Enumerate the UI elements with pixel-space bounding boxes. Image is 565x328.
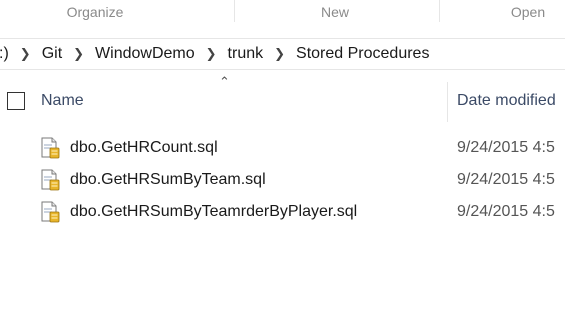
- column-divider[interactable]: [447, 82, 448, 122]
- ribbon-group-organize: Organize: [66, 4, 124, 20]
- column-header-date-modified[interactable]: Date modified: [457, 92, 556, 110]
- file-name[interactable]: dbo.GetHRCount.sql: [70, 139, 218, 157]
- column-header-name[interactable]: Name: [41, 92, 84, 110]
- breadcrumb-item-trunk[interactable]: trunk: [228, 45, 264, 63]
- file-name[interactable]: dbo.GetHRSumByTeamrderByPlayer.sql: [70, 203, 357, 221]
- file-date-modified: 9/24/2015 4:5: [457, 139, 555, 156]
- file-date-modified: 9/24/2015 4:5: [457, 203, 555, 220]
- sort-ascending-icon: ⌃: [219, 74, 230, 89]
- chevron-right-icon[interactable]: ❯: [20, 46, 31, 62]
- breadcrumb-item-stored-procedures[interactable]: Stored Procedures: [296, 45, 429, 63]
- ribbon: Organize New Open: [0, 0, 565, 25]
- file-row[interactable]: dbo.GetHRCount.sql 9/24/2015 4:5: [0, 132, 565, 164]
- select-all-checkbox[interactable]: [7, 92, 25, 110]
- ribbon-group-new: New: [320, 4, 349, 20]
- file-row[interactable]: dbo.GetHRSumByTeam.sql 9/24/2015 4:5: [0, 164, 565, 196]
- chevron-right-icon[interactable]: ❯: [206, 46, 217, 62]
- sql-file-icon: [41, 201, 60, 223]
- file-name[interactable]: dbo.GetHRSumByTeam.sql: [70, 171, 266, 189]
- sql-file-icon: [41, 169, 60, 191]
- ribbon-group-open: Open: [510, 4, 546, 20]
- breadcrumb-item-drive[interactable]: :): [0, 45, 9, 63]
- breadcrumb-item-git[interactable]: Git: [42, 45, 62, 63]
- chevron-right-icon[interactable]: ❯: [274, 46, 285, 62]
- column-header-row: ⌃ Name Date modified: [0, 74, 565, 122]
- chevron-right-icon[interactable]: ❯: [73, 46, 84, 62]
- breadcrumb-item-windowdemo[interactable]: WindowDemo: [95, 45, 195, 63]
- sql-file-icon: [41, 137, 60, 159]
- file-row[interactable]: dbo.GetHRSumByTeamrderByPlayer.sql 9/24/…: [0, 196, 565, 228]
- file-date-modified: 9/24/2015 4:5: [457, 171, 555, 188]
- breadcrumb[interactable]: :) ❯ Git ❯ WindowDemo ❯ trunk ❯ Stored P…: [0, 38, 565, 70]
